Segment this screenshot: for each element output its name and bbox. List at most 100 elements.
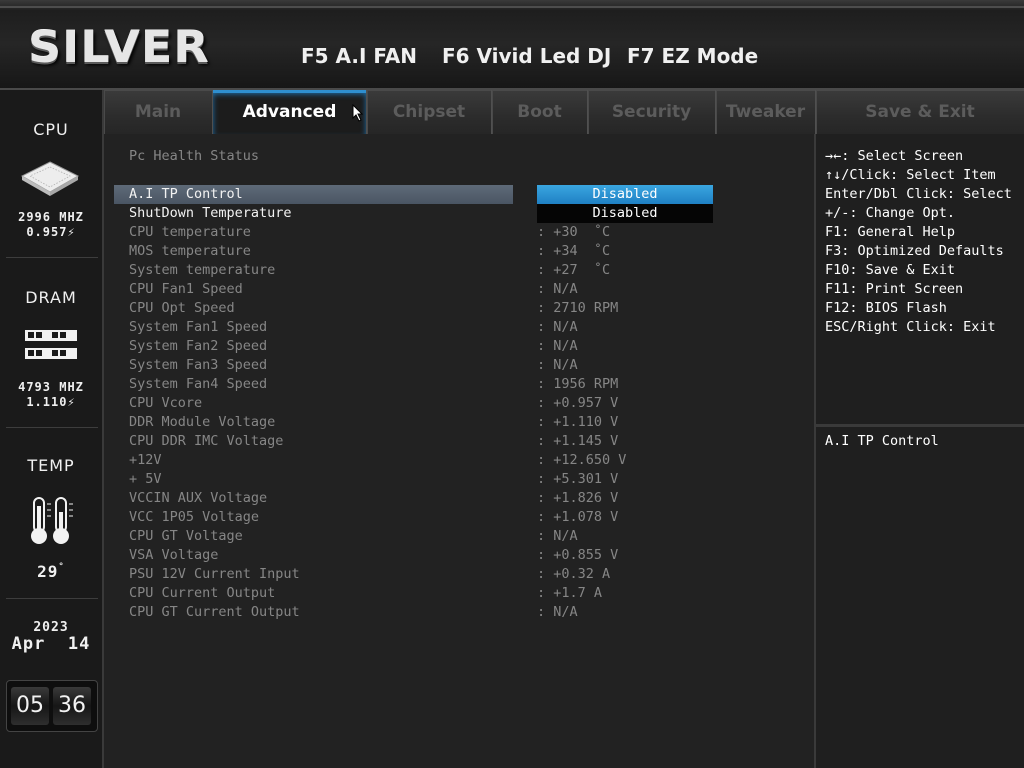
health-row-value: : +30 ˚C	[537, 224, 611, 240]
health-row: System Fan1 Speed: N/A	[129, 318, 719, 337]
ai-fan-hotkey[interactable]: F5 A.I FAN	[301, 44, 417, 68]
health-row-label: System Fan3 Speed	[129, 357, 268, 373]
voltage-bolt-icon: ⚡︎	[67, 225, 76, 239]
shutdown-temperature-value[interactable]: Disabled	[537, 204, 713, 223]
health-row-value: : +1.7 A	[537, 585, 603, 601]
vivid-led-dj-hotkey[interactable]: F6 Vivid Led DJ	[442, 44, 611, 68]
health-row-value: : N/A	[537, 338, 578, 354]
cpu-frequency: 2996 MHZ	[18, 210, 84, 224]
help-divider	[816, 424, 1024, 427]
health-row-label: CPU DDR IMC Voltage	[129, 433, 284, 449]
tab-security[interactable]: Security	[588, 90, 716, 134]
key-help-line: F3: Optimized Defaults	[825, 243, 1004, 259]
cpu-voltage: 0.957⚡︎	[26, 225, 76, 239]
health-row-label: VSA Voltage	[129, 547, 219, 563]
health-row-label: CPU Current Output	[129, 585, 276, 601]
tab-boot[interactable]: Boot	[492, 90, 588, 134]
top-header: SILVER F5 A.I FAN F6 Vivid Led DJ F7 EZ …	[0, 0, 1024, 90]
key-help-line: F12: BIOS Flash	[825, 300, 947, 316]
dram-frequency: 4793 MHZ	[18, 380, 84, 394]
health-row-label: VCC 1P05 Voltage	[129, 509, 260, 525]
health-row-label: CPU Opt Speed	[129, 300, 235, 316]
voltage-bolt-icon: ⚡︎	[67, 395, 76, 409]
health-row: MOS temperature : +34 ˚C	[129, 242, 719, 261]
health-row: CPU Vcore : +0.957 V	[129, 394, 719, 413]
health-row: System Fan3 Speed : N/A	[129, 356, 719, 375]
brand-logo: SILVER	[28, 21, 210, 73]
health-row-label: CPU Fan1 Speed	[129, 281, 243, 297]
dram-module-icon	[24, 328, 78, 366]
dram-title: DRAM	[25, 288, 77, 307]
health-row-value: : N/A	[537, 281, 578, 297]
tab-save-exit[interactable]: Save & Exit	[816, 90, 1024, 134]
option-label: A.I TP Control	[129, 186, 243, 202]
health-row-label: CPU GT Current Output	[129, 604, 300, 620]
clock-display: 05 36	[6, 680, 98, 732]
health-row-label: CPU temperature	[129, 224, 251, 240]
health-row-label: + 5V	[129, 471, 162, 487]
health-row-value: : 2710 RPM	[537, 300, 619, 316]
date-day: Apr 14	[11, 634, 91, 654]
cpu-chip-icon	[20, 158, 80, 202]
health-row: CPU DDR IMC Voltage : +1.145 V	[129, 432, 719, 451]
key-help-line: Enter/Dbl Click: Select	[825, 186, 1012, 202]
health-row-label: MOS temperature	[129, 243, 251, 259]
tab-main[interactable]: Main	[104, 90, 213, 134]
temp-title: TEMP	[27, 456, 75, 475]
date-year: 2023	[33, 620, 69, 635]
health-row-value: : N/A	[537, 528, 578, 544]
health-row: VCCIN AUX Voltage : +1.826 V	[129, 489, 719, 508]
section-title: Pc Health Status	[129, 148, 260, 164]
key-help-line: ESC/Right Click: Exit	[825, 319, 996, 335]
ai-tp-control-value[interactable]: Disabled	[537, 185, 713, 204]
health-row-value: : N/A	[537, 357, 578, 373]
health-row: VSA Voltage : +0.855 V	[129, 546, 719, 565]
health-row-value: : +1.145 V	[537, 433, 619, 449]
health-row-value: : +1.826 V	[537, 490, 619, 506]
health-row-label: PSU 12V Current Input	[129, 566, 300, 582]
key-help-line: F11: Print Screen	[825, 281, 964, 297]
health-row: +12V: +12.650 V	[129, 451, 719, 470]
tab-chipset[interactable]: Chipset	[367, 90, 492, 134]
temperature-value: 29°	[37, 562, 65, 581]
key-help-line: +/-: Change Opt.	[825, 205, 956, 221]
health-row-value: : +0.855 V	[537, 547, 619, 563]
health-row: CPU Fan1 Speed : N/A	[129, 280, 719, 299]
health-row-value: : +0.957 V	[537, 395, 619, 411]
health-row-label: DDR Module Voltage	[129, 414, 276, 430]
health-row: CPU Opt Speed : 2710 RPM	[129, 299, 719, 318]
health-row-value: : 1956 RPM	[537, 376, 619, 392]
health-row: CPU GT Voltage : N/A	[129, 527, 719, 546]
health-row-label: System Fan2 Speed	[129, 338, 268, 354]
key-help-line: →←: Select Screen	[825, 148, 964, 164]
health-row: VCC 1P05 Voltage : +1.078 V	[129, 508, 719, 527]
health-row: CPU Current Output : +1.7 A	[129, 584, 719, 603]
health-row-label: CPU Vcore	[129, 395, 203, 411]
tab-advanced[interactable]: Advanced	[213, 90, 367, 134]
health-row: CPU GT Current Output: N/A	[129, 603, 719, 622]
ez-mode-hotkey[interactable]: F7 EZ Mode	[627, 44, 758, 68]
mouse-cursor-icon	[352, 103, 364, 126]
health-row-value: : +1.078 V	[537, 509, 619, 525]
health-row-label: System temperature	[129, 262, 276, 278]
health-row-label: VCCIN AUX Voltage	[129, 490, 268, 506]
health-row: DDR Module Voltage: +1.110 V	[129, 413, 719, 432]
health-row-value: : +34 ˚C	[537, 243, 611, 259]
health-row-value: : +5.301 V	[537, 471, 619, 487]
system-info-sidebar: CPU 2996 MHZ 0.957⚡︎ DRAM 4793 MHZ 1.110…	[0, 90, 104, 768]
tab-tweaker[interactable]: Tweaker	[716, 90, 816, 134]
clock-hour: 05	[11, 687, 49, 725]
health-row-value: : +0.32 A	[537, 566, 611, 582]
key-help-line: ↑↓/Click: Select Item	[825, 167, 996, 183]
health-row: CPU temperature : +30 ˚C	[129, 223, 719, 242]
health-row-label: System Fan1 Speed	[129, 319, 268, 335]
health-row: + 5V : +5.301 V	[129, 470, 719, 489]
health-row-label: CPU GT Voltage	[129, 528, 243, 544]
health-row: PSU 12V Current Input : +0.32 A	[129, 565, 719, 584]
sidebar-divider	[6, 598, 98, 599]
health-row: System Fan4 Speed: 1956 RPM	[129, 375, 719, 394]
item-description: A.I TP Control	[825, 433, 939, 449]
health-row-value: : +27 ˚C	[537, 262, 611, 278]
health-row: System Fan2 Speed : N/A	[129, 337, 719, 356]
key-help-line: F1: General Help	[825, 224, 956, 240]
